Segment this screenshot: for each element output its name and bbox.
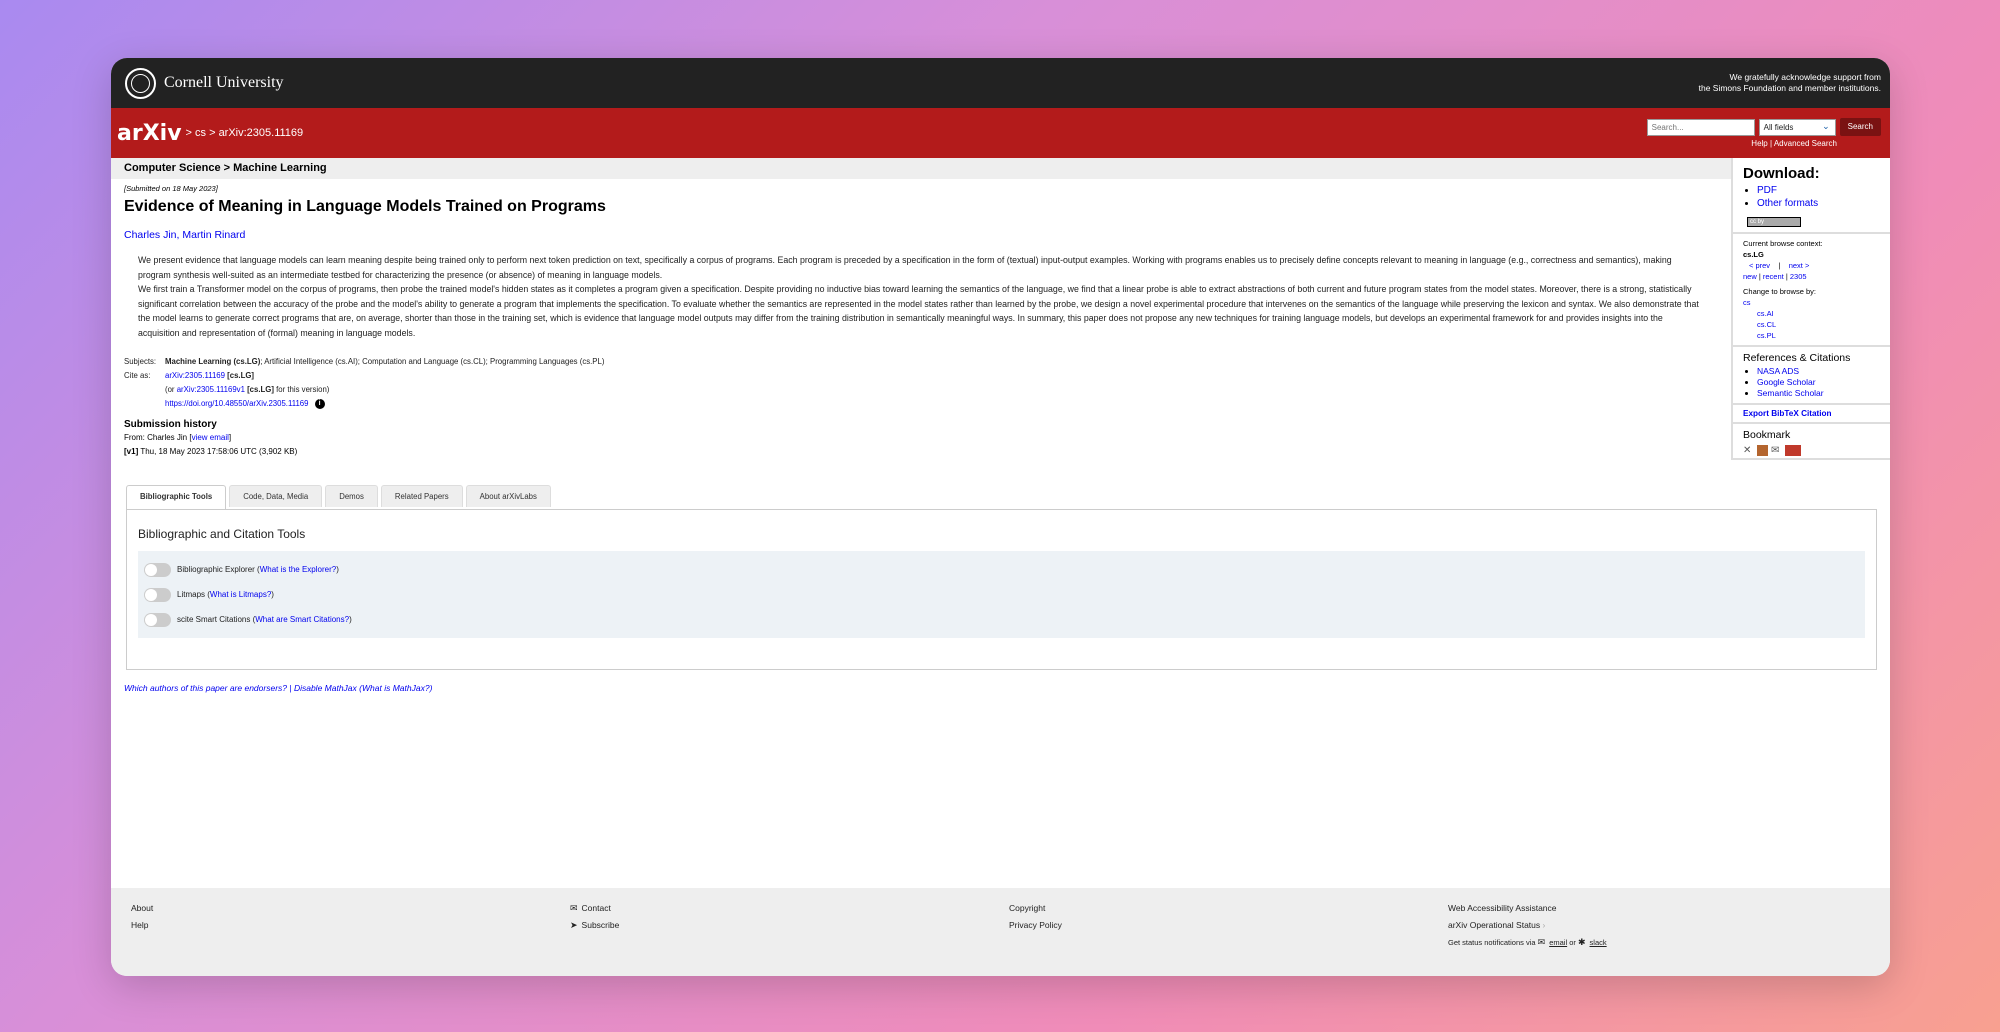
scite-toggle[interactable] (144, 612, 171, 627)
arxiv-logo[interactable]: arXiv (117, 121, 182, 146)
tab-panel: Bibliographic and Citation Tools Bibliog… (126, 509, 1877, 670)
footer-contact-link[interactable]: Contact (582, 903, 611, 913)
browse-cs-cl-link[interactable]: cs.CL (1757, 320, 1776, 329)
new-link[interactable]: new (1743, 272, 1757, 281)
prev-link[interactable]: < prev (1749, 261, 1770, 270)
browser-window: Cornell University We gratefully acknowl… (111, 58, 1890, 976)
abstract: We present evidence that language models… (138, 253, 1700, 340)
download-section: Download: PDF Other formats cc by (1733, 158, 1890, 234)
footer-copyright-link[interactable]: Copyright (1009, 900, 1448, 917)
what-is-litmaps-link[interactable]: What is Litmaps? (210, 590, 271, 599)
download-title: Download: (1743, 165, 1820, 182)
search-input[interactable] (1646, 118, 1755, 136)
browse-cs-ai-link[interactable]: cs.AI (1757, 309, 1774, 318)
license-badge[interactable]: cc by (1747, 217, 1801, 227)
email-icon: ✉ (1537, 937, 1546, 947)
slack-icon: ✱ (1577, 937, 1586, 947)
disable-mathjax-link[interactable]: Disable MathJax (294, 683, 357, 693)
recent-link[interactable]: recent (1763, 272, 1784, 281)
subject-header: Computer Science > Machine Learning (111, 158, 1731, 179)
endorsers-link[interactable]: Which authors of this paper are endorser… (124, 683, 287, 693)
paper-authors[interactable]: Charles Jin, Martin Rinard (124, 229, 1718, 241)
cornell-name: Cornell University (164, 74, 284, 91)
mendeley-icon[interactable] (1757, 445, 1768, 456)
what-is-mathjax-link[interactable]: What is MathJax? (362, 683, 430, 693)
cornell-logo[interactable]: Cornell University (125, 67, 284, 99)
browse-context-section: Current browse context: cs.LG < prev | n… (1733, 234, 1890, 347)
support-text: We gratefully acknowledge support from t… (1698, 72, 1881, 93)
cornell-seal-icon (125, 67, 156, 99)
search-area: All fields ⌄ Search Help | Advanced Sear… (1646, 118, 1881, 148)
paper-metadata: Subjects: Machine Learning (cs.LG); Arti… (124, 357, 605, 409)
explorer-toggle[interactable] (144, 562, 171, 577)
science-wise-icon[interactable] (1785, 445, 1801, 456)
browse-cs-link[interactable]: cs (1743, 298, 1751, 307)
labs-tabs: Bibliographic Tools Code, Data, Media De… (126, 485, 1718, 509)
footer-privacy-link[interactable]: Privacy Policy (1009, 917, 1448, 934)
submission-history: From: Charles Jin [view email] [v1] Thu,… (124, 433, 298, 456)
footer-accessibility-link[interactable]: Web Accessibility Assistance (1448, 900, 1607, 917)
submitted-date: [Submitted on 18 May 2023] (124, 184, 218, 193)
footer-help-link[interactable]: Help (131, 917, 570, 934)
envelope-icon: ✉ (570, 903, 578, 913)
tool-row-litmaps: Litmaps (What is Litmaps?) (144, 582, 1859, 607)
search-button[interactable]: Search (1839, 118, 1881, 136)
what-is-explorer-link[interactable]: What is the Explorer? (260, 565, 336, 574)
export-bibtex-link[interactable]: Export BibTeX Citation (1733, 405, 1890, 424)
month-link[interactable]: 2305 (1790, 272, 1807, 281)
tab-demos[interactable]: Demos (325, 485, 378, 507)
footer-status-link[interactable]: arXiv Operational Status (1448, 920, 1540, 930)
bibsonomy-icon[interactable]: ✕ (1743, 445, 1754, 456)
other-formats-link[interactable]: Other formats (1757, 198, 1818, 209)
panel-title: Bibliographic and Citation Tools (138, 527, 306, 541)
bookmark-section: Bookmark ✕ ✉ (1733, 424, 1890, 460)
tab-about-arxivlabs[interactable]: About arXivLabs (465, 485, 551, 507)
tool-row-explorer: Bibliographic Explorer (What is the Expl… (144, 557, 1859, 582)
footer-subscribe-link[interactable]: Subscribe (582, 920, 620, 930)
right-sidebar: Download: PDF Other formats cc by Curren… (1731, 158, 1890, 460)
chevron-down-icon: ⌄ (1822, 120, 1830, 131)
tab-code-data-media[interactable]: Code, Data, Media (229, 485, 323, 507)
nasa-ads-link[interactable]: NASA ADS (1757, 366, 1799, 376)
search-field-select[interactable]: All fields ⌄ (1758, 118, 1836, 136)
what-are-smart-citations-link[interactable]: What are Smart Citations? (255, 615, 349, 624)
paper-title: Evidence of Meaning in Language Models T… (124, 198, 606, 215)
browse-context: cs.LG (1743, 250, 1764, 259)
submission-history-title: Submission history (124, 419, 217, 430)
footer: About Help ✉ Contact ➤ Subscribe Copyright… (111, 888, 1890, 976)
litmaps-toggle[interactable] (144, 587, 171, 602)
cite-version-link[interactable]: arXiv:2305.11169v1 (177, 385, 245, 394)
view-email-link[interactable]: view email (192, 433, 229, 442)
doi-link[interactable]: https://doi.org/10.48550/arXiv.2305.1116… (165, 399, 308, 408)
endorsers-line: Which authors of this paper are endorser… (124, 683, 433, 693)
tools-list: Bibliographic Explorer (What is the Expl… (138, 551, 1865, 638)
breadcrumb[interactable]: > cs > arXiv:2305.11169 (186, 127, 304, 139)
help-link[interactable]: Help (1751, 139, 1767, 148)
arxiv-header: arXiv > cs > arXiv:2305.11169 All fields… (111, 108, 1890, 158)
footer-about-link[interactable]: About (131, 900, 570, 917)
primary-subject: Machine Learning (cs.LG) (165, 357, 261, 366)
cornell-bar: Cornell University We gratefully acknowl… (111, 58, 1890, 108)
cite-id-link[interactable]: arXiv:2305.11169 (165, 371, 225, 380)
tool-row-scite: scite Smart Citations (What are Smart Ci… (144, 607, 1859, 632)
next-link[interactable]: next > (1789, 261, 1810, 270)
browse-cs-pl-link[interactable]: cs.PL (1757, 331, 1776, 340)
pdf-link[interactable]: PDF (1757, 185, 1777, 196)
footer-email-link[interactable]: email (1549, 938, 1567, 947)
tab-related-papers[interactable]: Related Papers (380, 485, 463, 507)
abstract-paragraph-1: We present evidence that language models… (138, 255, 1672, 280)
paper-plane-icon: ➤ (570, 920, 578, 930)
abstract-paragraph-2: We first train a Transformer model on th… (138, 284, 1699, 338)
google-scholar-link[interactable]: Google Scholar (1757, 377, 1816, 387)
reddit-icon[interactable]: ✉ (1771, 445, 1782, 456)
chevron-right-icon: › (1542, 920, 1546, 930)
references-section: References & Citations NASA ADS Google S… (1733, 347, 1890, 405)
paper-content: Computer Science > Machine Learning [Sub… (111, 158, 1877, 693)
advanced-search-link[interactable]: Advanced Search (1774, 139, 1837, 148)
info-icon[interactable]: i (314, 398, 325, 409)
footer-slack-link[interactable]: slack (1590, 938, 1607, 947)
semantic-scholar-link[interactable]: Semantic Scholar (1757, 388, 1824, 398)
tab-bibliographic-tools[interactable]: Bibliographic Tools (126, 485, 227, 509)
